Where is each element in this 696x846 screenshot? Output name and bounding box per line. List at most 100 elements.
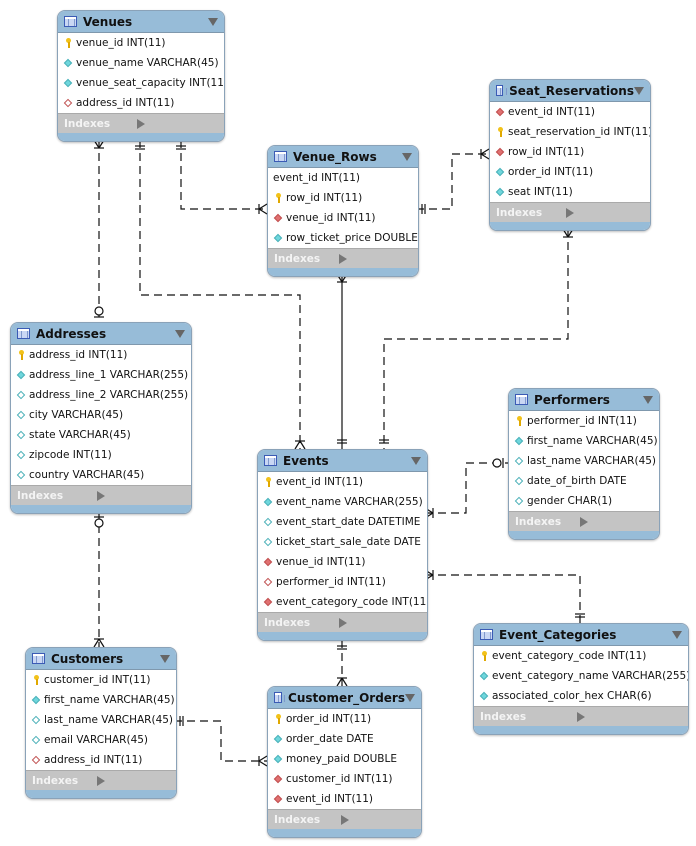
column-row[interactable]: venue_id INT(11) <box>258 552 427 572</box>
column-row[interactable]: event_id INT(11) <box>490 102 650 122</box>
expand-arrow-icon[interactable] <box>340 814 416 825</box>
column-row[interactable]: venue_id INT(11) <box>268 208 418 228</box>
column-row[interactable]: order_id INT(11) <box>268 709 421 729</box>
table-header[interactable]: Seat_Reservations <box>490 80 650 102</box>
expand-arrow-icon[interactable] <box>137 118 218 129</box>
expand-arrow-icon[interactable] <box>580 516 653 527</box>
column-text: venue_name VARCHAR(45) <box>76 57 219 69</box>
table-header[interactable]: Customers <box>26 648 176 670</box>
table-footer <box>474 726 688 734</box>
table-events[interactable]: Events event_id INT(11) event_name VARCHAR… <box>257 449 428 641</box>
column-row[interactable]: seat INT(11) <box>490 182 650 202</box>
table-header[interactable]: Performers <box>509 389 659 411</box>
column-row[interactable]: city VARCHAR(45) <box>11 405 191 425</box>
collapse-arrow-icon[interactable] <box>672 630 682 639</box>
column-row[interactable]: row_id INT(11) <box>268 188 418 208</box>
column-row[interactable]: ticket_start_sale_date DATE <box>258 532 427 552</box>
column-row[interactable]: zipcode INT(11) <box>11 445 191 465</box>
column-row[interactable]: address_line_1 VARCHAR(255) <box>11 365 191 385</box>
diamond-filled-red-icon <box>273 794 283 804</box>
table-addresses[interactable]: Addresses address_id INT(11) address_line_… <box>10 322 192 514</box>
expand-arrow-icon[interactable] <box>339 253 412 264</box>
collapse-arrow-icon[interactable] <box>634 86 644 95</box>
column-row[interactable]: event_id INT(11) <box>258 472 427 492</box>
table-performers[interactable]: Performers performer_id INT(11) first_name… <box>508 388 660 540</box>
column-row[interactable]: address_id INT(11) <box>26 750 176 770</box>
table-venue-rows[interactable]: Venue_Rows event_id INT(11) row_id INT(11)… <box>267 145 419 277</box>
table-header[interactable]: Venues <box>58 11 224 33</box>
column-row[interactable]: performer_id INT(11) <box>258 572 427 592</box>
column-row[interactable]: last_name VARCHAR(45) <box>26 710 176 730</box>
indexes-section[interactable]: Indexes <box>268 809 421 829</box>
collapse-arrow-icon[interactable] <box>643 395 653 404</box>
table-customers[interactable]: Customers customer_id INT(11) first_name V… <box>25 647 177 799</box>
column-row[interactable]: event_id INT(11) <box>268 168 418 188</box>
table-header[interactable]: Addresses <box>11 323 191 345</box>
column-row[interactable]: last_name VARCHAR(45) <box>509 451 659 471</box>
column-row[interactable]: associated_color_hex CHAR(6) <box>474 686 688 706</box>
indexes-section[interactable]: Indexes <box>11 485 191 505</box>
expand-arrow-icon[interactable] <box>577 711 682 722</box>
column-row[interactable]: event_name VARCHAR(255) <box>258 492 427 512</box>
column-row[interactable]: address_id INT(11) <box>58 93 224 113</box>
column-row[interactable]: country VARCHAR(45) <box>11 465 191 485</box>
column-row[interactable]: event_category_name VARCHAR(255) <box>474 666 688 686</box>
column-row[interactable]: state VARCHAR(45) <box>11 425 191 445</box>
column-row[interactable]: venue_name VARCHAR(45) <box>58 53 224 73</box>
table-seat-reservations[interactable]: Seat_Reservations event_id INT(11) seat_re… <box>489 79 651 231</box>
column-row[interactable]: address_id INT(11) <box>11 345 191 365</box>
expand-arrow-icon[interactable] <box>97 490 185 501</box>
table-header[interactable]: Events <box>258 450 427 472</box>
column-row[interactable]: customer_id INT(11) <box>26 670 176 690</box>
column-row[interactable]: event_category_code INT(11) <box>474 646 688 666</box>
column-text: money_paid DOUBLE <box>286 753 397 765</box>
column-row[interactable]: venue_id INT(11) <box>58 33 224 53</box>
expand-arrow-icon[interactable] <box>566 207 644 218</box>
column-row[interactable]: row_id INT(11) <box>490 142 650 162</box>
collapse-arrow-icon[interactable] <box>405 693 415 702</box>
indexes-section[interactable]: Indexes <box>258 612 427 632</box>
column-row[interactable]: event_id INT(11) <box>268 789 421 809</box>
column-row[interactable]: address_line_2 VARCHAR(255) <box>11 385 191 405</box>
table-customer-orders[interactable]: Customer_Orders order_id INT(11) order_dat… <box>267 686 422 838</box>
expand-arrow-icon[interactable] <box>97 775 170 786</box>
column-row[interactable]: first_name VARCHAR(45) <box>26 690 176 710</box>
table-header[interactable]: Venue_Rows <box>268 146 418 168</box>
column-text: address_line_1 VARCHAR(255) <box>29 369 189 381</box>
column-row[interactable]: venue_seat_capacity INT(11) <box>58 73 224 93</box>
indexes-section[interactable]: Indexes <box>509 511 659 531</box>
column-row[interactable]: event_category_code INT(11) <box>258 592 427 612</box>
table-header[interactable]: Customer_Orders <box>268 687 421 709</box>
column-row[interactable]: customer_id INT(11) <box>268 769 421 789</box>
column-row[interactable]: performer_id INT(11) <box>509 411 659 431</box>
column-row[interactable]: row_ticket_price DOUBLE <box>268 228 418 248</box>
column-row[interactable]: order_date DATE <box>268 729 421 749</box>
table-venues[interactable]: Venues venue_id INT(11) venue_name VARCHAR… <box>57 10 225 142</box>
table-event-categories[interactable]: Event_Categories event_category_code INT(… <box>473 623 689 735</box>
indexes-section[interactable]: Indexes <box>26 770 176 790</box>
table-header[interactable]: Event_Categories <box>474 624 688 646</box>
indexes-section[interactable]: Indexes <box>490 202 650 222</box>
table-footer <box>268 268 418 276</box>
indexes-section[interactable]: Indexes <box>58 113 224 133</box>
column-row[interactable]: first_name VARCHAR(45) <box>509 431 659 451</box>
column-row[interactable]: order_id INT(11) <box>490 162 650 182</box>
indexes-section[interactable]: Indexes <box>268 248 418 268</box>
indexes-label: Indexes <box>17 489 64 502</box>
column-row[interactable]: date_of_birth DATE <box>509 471 659 491</box>
indexes-section[interactable]: Indexes <box>474 706 688 726</box>
column-row[interactable]: email VARCHAR(45) <box>26 730 176 750</box>
column-row[interactable]: seat_reservation_id INT(11) <box>490 122 650 142</box>
column-row[interactable]: event_start_date DATETIME <box>258 512 427 532</box>
indexes-label: Indexes <box>64 117 111 130</box>
column-row[interactable]: money_paid DOUBLE <box>268 749 421 769</box>
collapse-arrow-icon[interactable] <box>175 329 185 338</box>
primary-key-icon <box>514 416 524 426</box>
expand-arrow-icon[interactable] <box>338 617 422 628</box>
collapse-arrow-icon[interactable] <box>402 152 412 161</box>
collapse-arrow-icon[interactable] <box>208 17 218 26</box>
collapse-arrow-icon[interactable] <box>160 654 170 663</box>
column-row[interactable]: gender CHAR(1) <box>509 491 659 511</box>
collapse-arrow-icon[interactable] <box>411 456 421 465</box>
diamond-filled-cyan-icon <box>263 497 273 507</box>
